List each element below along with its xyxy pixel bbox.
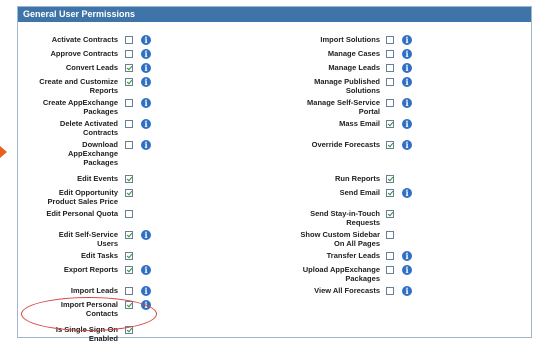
info-icon[interactable]: i xyxy=(141,35,151,45)
permission-label: Create and Customize Reports xyxy=(39,77,118,95)
permission-checkbox[interactable] xyxy=(125,78,133,86)
permission-checkbox[interactable] xyxy=(386,64,394,72)
permission-label: Edit Events xyxy=(77,174,118,183)
permission-label: Upload AppExchange Packages xyxy=(302,265,380,283)
info-icon[interactable]: i xyxy=(402,35,412,45)
info-icon[interactable]: i xyxy=(402,188,412,198)
permission-label: Send Stay-in-Touch Requests xyxy=(310,209,380,227)
permission-checkbox[interactable] xyxy=(386,189,394,197)
permission-label: Manage Cases xyxy=(327,49,380,58)
permission-label: Approve Contracts xyxy=(50,49,118,58)
info-icon[interactable]: i xyxy=(141,230,151,240)
permission-checkbox[interactable] xyxy=(386,266,394,274)
permission-label: Transfer Leads xyxy=(326,251,380,260)
permission-checkbox[interactable] xyxy=(125,210,133,218)
info-icon[interactable]: i xyxy=(402,140,412,150)
permission-checkbox[interactable] xyxy=(125,252,133,260)
info-icon[interactable]: i xyxy=(141,49,151,59)
permission-label: Create AppExchange Packages xyxy=(42,98,118,116)
permission-label: Edit Tasks xyxy=(81,251,118,260)
info-icon[interactable]: i xyxy=(141,140,151,150)
permission-label: Edit Self-Service Users xyxy=(58,230,118,248)
info-icon[interactable]: i xyxy=(141,63,151,73)
permission-checkbox[interactable] xyxy=(125,99,133,107)
info-icon[interactable]: i xyxy=(402,98,412,108)
permission-checkbox[interactable] xyxy=(386,210,394,218)
info-icon[interactable]: i xyxy=(402,251,412,261)
permission-checkbox[interactable] xyxy=(386,120,394,128)
permission-checkbox[interactable] xyxy=(125,120,133,128)
permission-checkbox[interactable] xyxy=(386,252,394,260)
info-icon[interactable]: i xyxy=(402,286,412,296)
general-user-permissions-panel: General User Permissions Activate Contra… xyxy=(17,6,532,343)
permission-checkbox[interactable] xyxy=(125,189,133,197)
permission-label: Export Reports xyxy=(63,265,118,274)
permission-label: Override Forecasts xyxy=(311,140,380,149)
permission-label: Show Custom Sidebar On All Pages xyxy=(300,230,380,248)
permission-checkbox[interactable] xyxy=(125,287,133,295)
permission-checkbox[interactable] xyxy=(125,50,133,58)
permission-label: Activate Contracts xyxy=(51,35,118,44)
panel-title: General User Permissions xyxy=(18,7,531,22)
highlight-ellipse xyxy=(21,297,157,331)
permission-label: Manage Self-Service Portal xyxy=(307,98,380,116)
permission-label: Edit Opportunity Product Sales Price xyxy=(47,188,118,206)
permission-label: View All Forecasts xyxy=(314,286,380,295)
arrow-right-icon xyxy=(0,146,7,158)
permission-checkbox[interactable] xyxy=(125,231,133,239)
permission-label: Import Leads xyxy=(70,286,118,295)
info-icon[interactable]: i xyxy=(402,119,412,129)
permission-checkbox[interactable] xyxy=(125,175,133,183)
permission-label: Manage Leads xyxy=(328,63,380,72)
permission-checkbox[interactable] xyxy=(125,266,133,274)
permission-label: Delete Activated Contracts xyxy=(59,119,118,137)
info-icon[interactable]: i xyxy=(402,49,412,59)
permission-label: Convert Leads xyxy=(65,63,118,72)
permission-checkbox[interactable] xyxy=(386,141,394,149)
info-icon[interactable]: i xyxy=(141,286,151,296)
permission-checkbox[interactable] xyxy=(386,50,394,58)
permission-label: Send Email xyxy=(339,188,380,197)
permission-label: Run Reports xyxy=(335,174,380,183)
permission-checkbox[interactable] xyxy=(386,78,394,86)
permission-checkbox[interactable] xyxy=(386,231,394,239)
permission-label: Edit Personal Quota xyxy=(46,209,118,218)
info-icon[interactable]: i xyxy=(141,98,151,108)
permission-checkbox[interactable] xyxy=(386,287,394,295)
permission-label: Download AppExchange Packages xyxy=(67,140,118,167)
permission-label: Import Solutions xyxy=(320,35,380,44)
permission-checkbox[interactable] xyxy=(125,36,133,44)
permission-label: Mass Email xyxy=(339,119,380,128)
permission-checkbox[interactable] xyxy=(125,64,133,72)
info-icon[interactable]: i xyxy=(402,63,412,73)
info-icon[interactable]: i xyxy=(141,265,151,275)
info-icon[interactable]: i xyxy=(141,119,151,129)
permission-checkbox[interactable] xyxy=(386,36,394,44)
permission-checkbox[interactable] xyxy=(386,99,394,107)
permission-checkbox[interactable] xyxy=(386,175,394,183)
info-icon[interactable]: i xyxy=(402,265,412,275)
permission-checkbox[interactable] xyxy=(125,141,133,149)
info-icon[interactable]: i xyxy=(402,77,412,87)
info-icon[interactable]: i xyxy=(141,77,151,87)
permission-label: Manage Published Solutions xyxy=(314,77,380,95)
